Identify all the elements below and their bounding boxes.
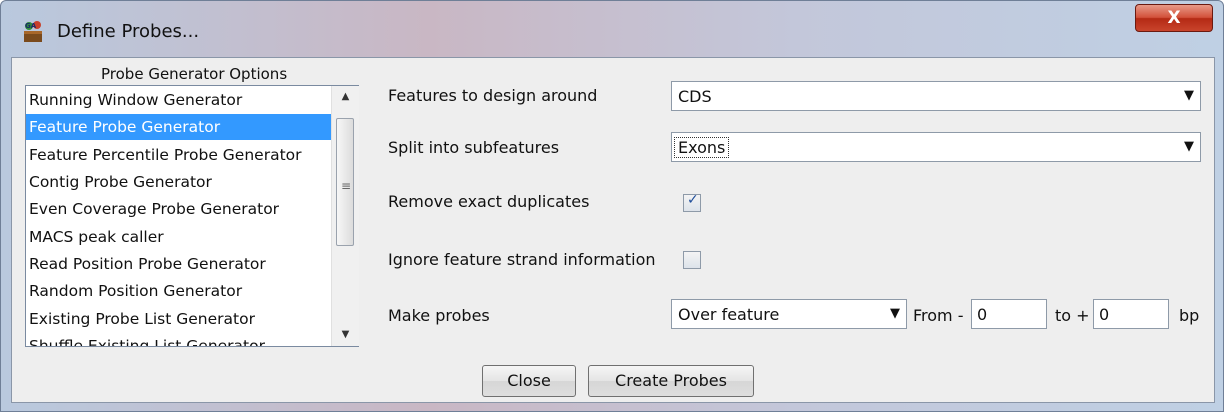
checkmark-icon: ✓ [687, 192, 699, 208]
split-dropdown[interactable]: Exons ▼ [671, 132, 1201, 162]
to-input[interactable]: 0 [1093, 299, 1169, 329]
to-value: 0 [1099, 305, 1110, 324]
window-close-button[interactable]: X [1135, 4, 1213, 32]
chevron-down-icon: ▼ [890, 306, 900, 321]
scroll-up-arrow-icon[interactable]: ▲ [332, 86, 359, 108]
create-probes-button[interactable]: Create Probes [588, 365, 754, 397]
list-item[interactable]: Even Coverage Probe Generator [26, 196, 336, 222]
title-bar[interactable]: GA Define Probes... X [1, 1, 1223, 53]
list-item-selected[interactable]: Feature Probe Generator [26, 114, 336, 140]
svg-text:GA: GA [25, 22, 37, 30]
define-probes-window: GA Define Probes... X Probe Generator Op… [0, 0, 1224, 412]
list-item[interactable]: Contig Probe Generator [26, 169, 336, 195]
make-probes-dropdown[interactable]: Over feature ▼ [671, 299, 907, 329]
to-label: to + [1055, 306, 1090, 325]
from-value: 0 [977, 305, 988, 324]
list-item[interactable]: Running Window Generator [26, 87, 336, 113]
list-item[interactable]: MACS peak caller [26, 224, 336, 250]
scroll-down-arrow-icon[interactable]: ▼ [332, 324, 359, 346]
seqmonk-app-icon: GA [24, 21, 42, 42]
list-item[interactable]: Read Position Probe Generator [26, 251, 336, 277]
window-title: Define Probes... [57, 21, 200, 42]
remove-duplicates-checkbox[interactable]: ✓ [683, 192, 701, 212]
chevron-down-icon: ▼ [1184, 88, 1194, 103]
list-item[interactable]: Shuffle Existing List Generator [26, 333, 336, 346]
from-input[interactable]: 0 [971, 299, 1047, 329]
features-dropdown[interactable]: CDS ▼ [671, 81, 1201, 111]
from-label: From - [913, 306, 964, 325]
list-scrollbar[interactable]: ▲ ≡ ▼ [331, 86, 359, 346]
features-value: CDS [678, 87, 712, 106]
unit-label: bp [1179, 306, 1200, 325]
generator-list-title: Probe Generator Options [101, 65, 288, 83]
split-value: Exons [673, 137, 730, 158]
scroll-thumb[interactable]: ≡ [336, 118, 354, 246]
ignore-strand-checkbox[interactable] [683, 251, 701, 269]
ignore-strand-label: Ignore feature strand information [388, 250, 656, 269]
make-probes-value: Over feature [678, 305, 780, 324]
features-label: Features to design around [388, 86, 598, 105]
list-item[interactable]: Existing Probe List Generator [26, 306, 336, 332]
split-label: Split into subfeatures [388, 138, 560, 157]
grip-icon: ≡ [341, 179, 352, 193]
list-item[interactable]: Feature Percentile Probe Generator [26, 142, 336, 168]
generator-list[interactable]: Running Window Generator Feature Probe G… [25, 85, 359, 347]
close-button[interactable]: Close [482, 365, 576, 397]
chevron-down-icon: ▼ [1184, 139, 1194, 154]
close-icon: X [1167, 8, 1181, 28]
make-probes-label: Make probes [388, 306, 490, 325]
remove-duplicates-label: Remove exact duplicates [388, 192, 590, 211]
list-item[interactable]: Random Position Generator [26, 278, 336, 304]
